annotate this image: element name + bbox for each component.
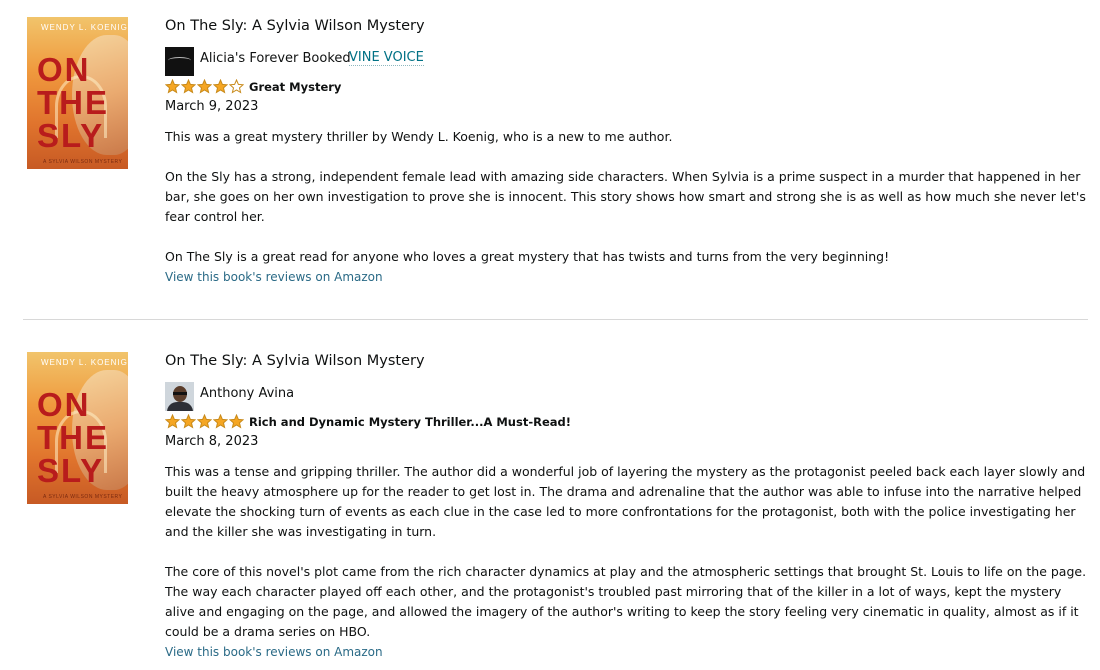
book-title: On The Sly: A Sylvia Wilson Mystery bbox=[165, 18, 425, 34]
star-filled-icon bbox=[165, 414, 180, 429]
reviewer-avatar[interactable] bbox=[165, 47, 194, 76]
star-filled-icon bbox=[165, 79, 180, 94]
cover-author: WENDY L. KOENIG bbox=[41, 358, 128, 367]
book-title: On The Sly: A Sylvia Wilson Mystery bbox=[165, 353, 425, 369]
review-date: March 8, 2023 bbox=[165, 434, 259, 449]
star-rating bbox=[165, 414, 244, 430]
cover-title-line: ON bbox=[37, 51, 91, 88]
review-paragraph: On The Sly is a great read for anyone wh… bbox=[165, 249, 890, 264]
cover-title-line: SLY bbox=[37, 117, 105, 154]
review-headline[interactable]: Rich and Dynamic Mystery Thriller...A Mu… bbox=[249, 415, 571, 429]
review-paragraph: This was a tense and gripping thriller. … bbox=[165, 464, 1086, 539]
view-reviews-link[interactable]: View this book's reviews on Amazon bbox=[165, 645, 383, 659]
cover-title-line: ON bbox=[37, 386, 91, 423]
star-rating bbox=[165, 79, 244, 95]
star-filled-icon bbox=[181, 414, 196, 429]
star-filled-icon bbox=[197, 79, 212, 94]
cover-author: WENDY L. KOENIG bbox=[41, 23, 128, 32]
star-empty-icon bbox=[229, 79, 244, 94]
cover-series: A SYLVIA WILSON MYSTERY bbox=[43, 159, 123, 165]
star-filled-icon bbox=[197, 414, 212, 429]
reviewer-avatar[interactable] bbox=[165, 382, 194, 411]
review-divider bbox=[23, 319, 1088, 320]
vine-voice-badge[interactable]: VINE VOICE bbox=[349, 50, 424, 66]
book-cover-image[interactable]: WENDY L. KOENIG ON THE SLY A SYLVIA WILS… bbox=[27, 352, 128, 504]
cover-series: A SYLVIA WILSON MYSTERY bbox=[43, 494, 123, 500]
cover-title-line: THE bbox=[37, 84, 109, 121]
review-date: March 9, 2023 bbox=[165, 99, 259, 114]
book-cover-image[interactable]: WENDY L. KOENIG ON THE SLY A SYLVIA WILS… bbox=[27, 17, 128, 169]
reviewer-name[interactable]: Alicia's Forever Booked bbox=[200, 51, 351, 66]
review-paragraph: On the Sly has a strong, independent fem… bbox=[165, 169, 1086, 224]
review-paragraph: This was a great mystery thriller by Wen… bbox=[165, 129, 673, 144]
cover-title-line: SLY bbox=[37, 452, 105, 489]
reviewer-name[interactable]: Anthony Avina bbox=[200, 386, 294, 401]
review-headline[interactable]: Great Mystery bbox=[249, 80, 341, 94]
star-filled-icon bbox=[213, 414, 228, 429]
star-filled-icon bbox=[181, 79, 196, 94]
star-filled-icon bbox=[229, 414, 244, 429]
star-filled-icon bbox=[213, 79, 228, 94]
view-reviews-link[interactable]: View this book's reviews on Amazon bbox=[165, 270, 383, 284]
cover-title-line: THE bbox=[37, 419, 109, 456]
review-paragraph: The core of this novel's plot came from … bbox=[165, 564, 1087, 639]
